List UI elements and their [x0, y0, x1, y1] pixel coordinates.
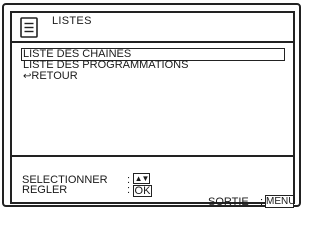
key-legend: SELECTIONNER : ▲▼ REGLER : OK SORTIE : M…	[10, 157, 295, 208]
menu-key-button[interactable]: MENU	[265, 195, 295, 208]
up-down-arrows-key-icon: ▲▼	[133, 173, 150, 184]
osd-screen: LISTES LISTE DES CHAINES LISTE DES PROGR…	[2, 3, 301, 208]
menu-item-return[interactable]: ↩RETOUR	[23, 70, 78, 83]
ok-key-icon: OK	[133, 185, 152, 197]
menu-header: LISTES	[10, 11, 295, 43]
list-icon	[20, 17, 38, 38]
exit-label: SORTIE	[208, 196, 249, 208]
colon-separator: :	[260, 196, 264, 208]
colon-separator: :	[127, 184, 131, 196]
page-title: LISTES	[52, 15, 92, 27]
adjust-label: REGLER	[22, 184, 68, 196]
menu-list: LISTE DES CHAINES LISTE DES PROGRAMMATIO…	[10, 42, 295, 157]
menu-item-label: RETOUR	[31, 70, 78, 82]
